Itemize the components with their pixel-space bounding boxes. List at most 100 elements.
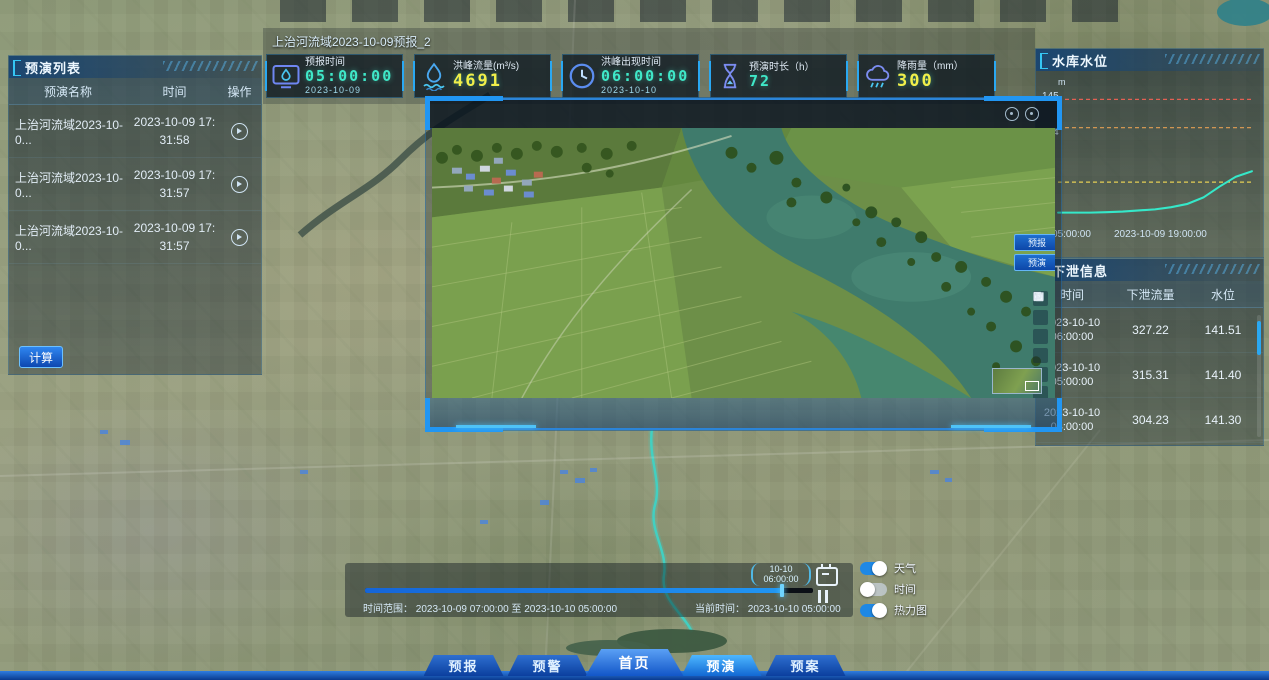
calendar-button[interactable] bbox=[816, 567, 838, 586]
overview-minimap[interactable] bbox=[992, 368, 1042, 394]
toggle-label: 时间 bbox=[894, 581, 916, 597]
table-row[interactable]: 上治河流域2023-10-0... 2023-10-09 17: 31:57 bbox=[9, 211, 261, 264]
row-time: 2023-10-09 17: 31:57 bbox=[127, 166, 222, 202]
table-row[interactable]: 2023-10-10 04:00:00 304.23 141.30 bbox=[1036, 398, 1263, 443]
row-name: 上治河流域2023-10-0... bbox=[9, 169, 127, 200]
row-discharge: 327.22 bbox=[1108, 323, 1193, 337]
slider-handle[interactable] bbox=[780, 584, 784, 597]
row-discharge: 304.23 bbox=[1108, 413, 1193, 427]
tooltip-date: 10-10 bbox=[753, 564, 809, 574]
table-row[interactable]: 2023-10-10 06:00:00 327.22 141.51 bbox=[1036, 308, 1263, 353]
row-discharge: 315.31 bbox=[1108, 368, 1193, 382]
panel-title: 水库水位 bbox=[1036, 49, 1263, 71]
card-sub-date: 2023-10-10 bbox=[601, 85, 689, 95]
col-time: 时间 bbox=[127, 83, 222, 100]
table-row[interactable]: 2023-10-10 05:00:00 315.31 141.40 bbox=[1036, 353, 1263, 398]
discharge-info-panel: 下泄信息 时间 下泄流量 水位 2023-10-10 06:00:00 327.… bbox=[1035, 258, 1264, 446]
table-header: 时间 下泄流量 水位 bbox=[1036, 281, 1263, 308]
calendar-icon[interactable] bbox=[1033, 329, 1048, 344]
timeline-slider[interactable] bbox=[365, 588, 813, 593]
home-icon[interactable] bbox=[1033, 348, 1048, 363]
slider-fill bbox=[365, 588, 782, 593]
time-range-text: 时间范围： 2023-10-09 07:00:00 至 2023-10-10 0… bbox=[363, 600, 617, 615]
scrollbar-thumb[interactable] bbox=[1257, 321, 1261, 355]
row-name: 上治河流域2023-10-0... bbox=[9, 116, 127, 147]
time-tooltip: 10-10 06:00:00 bbox=[751, 563, 811, 586]
toggle-heatmap[interactable]: 热力图 bbox=[860, 602, 927, 618]
col-name: 预演名称 bbox=[9, 83, 127, 100]
current-label: 当前时间： bbox=[695, 604, 745, 615]
flood-3d-scene[interactable]: 预报 预演 bbox=[432, 128, 1055, 398]
heatmap-switch[interactable] bbox=[860, 604, 887, 617]
table-row[interactable]: 上治河流域2023-10-0... 2023-10-09 17: 31:58 bbox=[9, 105, 261, 158]
range-value: 2023-10-09 07:00:00 至 2023-10-10 05:00:0… bbox=[416, 604, 617, 615]
rainfall-icon bbox=[863, 61, 893, 91]
play-button[interactable] bbox=[231, 229, 248, 246]
card-value: 06:00:00 bbox=[601, 68, 689, 85]
tab-forecast[interactable]: 预报 bbox=[424, 655, 504, 676]
range-label: 时间范围： bbox=[363, 604, 413, 615]
play-button[interactable] bbox=[231, 176, 248, 193]
table-header: 预演名称 时间 操作 bbox=[9, 78, 261, 105]
card-value: 300 bbox=[897, 72, 964, 91]
current-value: 2023-10-10 05:00:00 bbox=[748, 604, 841, 615]
corner-accent bbox=[456, 425, 536, 428]
popup-forecast-button[interactable]: 预报 bbox=[1014, 234, 1055, 251]
compass-icon[interactable] bbox=[1005, 107, 1019, 121]
row-level: 141.51 bbox=[1193, 323, 1253, 337]
popup-header bbox=[426, 98, 1061, 129]
play-button[interactable] bbox=[231, 123, 248, 140]
corner-bracket bbox=[425, 96, 503, 101]
line-chart bbox=[1056, 85, 1256, 225]
card-peak-flow: 洪峰流量(m³/s) 4691 bbox=[414, 54, 551, 98]
row-name: 上治河流域2023-10-0... bbox=[9, 222, 127, 253]
scrollbar[interactable] bbox=[1257, 315, 1261, 437]
card-sub-date: 2023-10-09 bbox=[305, 85, 393, 95]
panel-title: 预演列表 bbox=[9, 56, 261, 78]
weather-switch[interactable] bbox=[860, 562, 887, 575]
row-level: 141.40 bbox=[1193, 368, 1253, 382]
timeline-bar: 10-10 06:00:00 时间范围： 2023-10-09 07:00:00… bbox=[345, 563, 853, 617]
corner-bracket bbox=[425, 398, 430, 432]
locate-icon[interactable] bbox=[1025, 107, 1039, 121]
panel-title: 下泄信息 bbox=[1036, 259, 1263, 281]
x-tick: 2023-10-09 19:00:00 bbox=[1114, 229, 1207, 240]
tab-home[interactable]: 首页 bbox=[586, 649, 684, 676]
scene-render bbox=[432, 128, 1055, 398]
table-row[interactable]: 上治河流域2023-10-0... 2023-10-09 17: 31:57 bbox=[9, 158, 261, 211]
corner-bracket bbox=[1057, 398, 1062, 432]
corner-bracket bbox=[1057, 96, 1062, 130]
time-switch[interactable] bbox=[860, 583, 887, 596]
card-forecast-time: 预报时间 05:00:00 2023-10-09 bbox=[266, 54, 403, 98]
rehearsal-list-panel: 预演列表 预演名称 时间 操作 上治河流域2023-10-0... 2023-1… bbox=[8, 55, 262, 375]
main-nav: 预报 预警 首页 预演 预案 bbox=[422, 649, 848, 676]
flood-peak-flow-icon bbox=[419, 61, 449, 91]
water-level-panel: 水库水位 m 145 144 05:00:00 2023-10-09 19:00… bbox=[1035, 48, 1264, 258]
popup-rehearsal-button[interactable]: 预演 bbox=[1014, 254, 1055, 271]
toggle-weather[interactable]: 天气 bbox=[860, 560, 927, 576]
forecast-time-icon bbox=[271, 61, 301, 91]
calculate-button[interactable]: 计算 bbox=[19, 346, 63, 368]
scheme-title: 上治河流域2023-10-09预报_2 bbox=[272, 33, 431, 50]
stat-cards: 预报时间 05:00:00 2023-10-09 洪峰流量(m³/s) 4691 bbox=[266, 54, 995, 98]
cloud-icon[interactable] bbox=[1033, 310, 1048, 325]
card-rainfall: 降雨量（mm） 300 bbox=[858, 54, 995, 98]
card-value: 4691 bbox=[453, 72, 519, 91]
hourglass-icon bbox=[715, 61, 745, 91]
clock-icon bbox=[567, 61, 597, 91]
toggle-label: 天气 bbox=[894, 560, 916, 576]
toggle-time[interactable]: 时间 bbox=[860, 581, 927, 597]
card-value: 05:00:00 bbox=[305, 68, 393, 85]
tab-plan[interactable]: 预案 bbox=[766, 655, 846, 676]
col-level: 水位 bbox=[1193, 286, 1253, 303]
tab-rehearsal[interactable]: 预演 bbox=[682, 655, 762, 676]
toggle-label: 热力图 bbox=[894, 602, 927, 618]
layer-toggles: 天气 时间 热力图 bbox=[860, 560, 927, 618]
simulation-popup: 预报 预演 bbox=[425, 97, 1062, 431]
water-level-chart: m 145 144 05:00:00 2023-10-09 19:00:00 bbox=[1042, 75, 1257, 251]
col-discharge: 下泄流量 bbox=[1108, 286, 1193, 303]
pause-button[interactable] bbox=[818, 590, 828, 603]
card-value: 72 bbox=[749, 73, 815, 90]
corner-accent bbox=[951, 425, 1031, 428]
tab-warning[interactable]: 预警 bbox=[508, 655, 588, 676]
